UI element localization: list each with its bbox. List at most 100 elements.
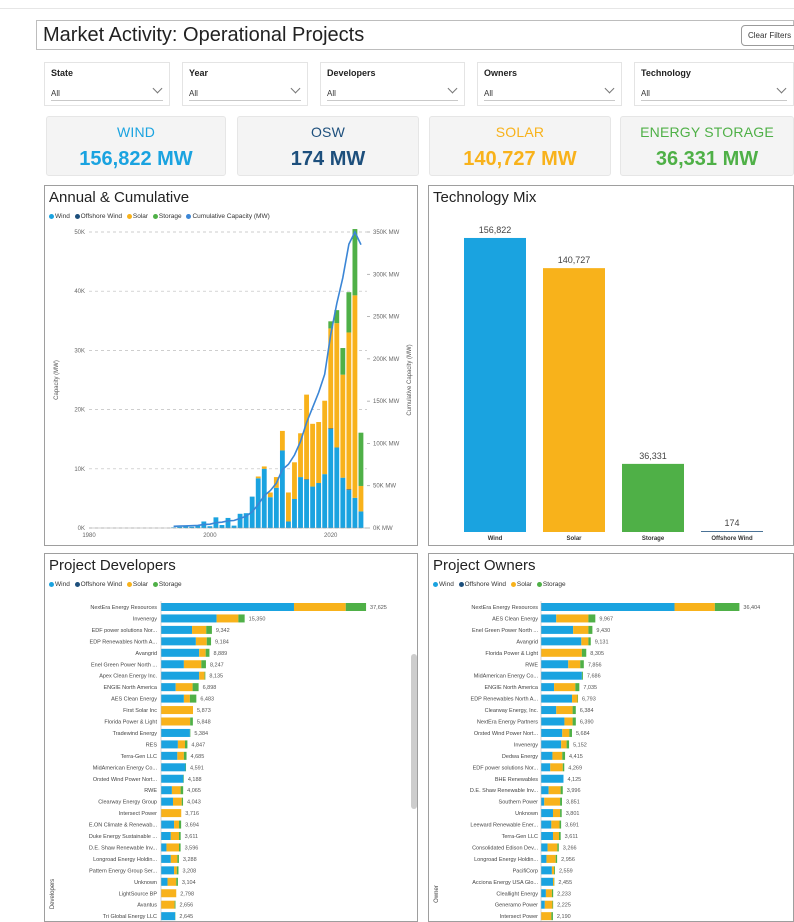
kpi-label: ENERGY STORAGE bbox=[640, 124, 774, 140]
kpi-label: OSW bbox=[310, 124, 346, 140]
bar-segment bbox=[561, 740, 567, 749]
filter-year: Year All bbox=[182, 62, 308, 106]
bar-segment bbox=[555, 854, 558, 863]
bar-segment bbox=[551, 866, 555, 875]
row-total-label: 3,611 bbox=[185, 834, 198, 840]
row-total-label: 6,898 bbox=[203, 685, 217, 691]
row-category-label: Apex Clean Energy Inc. bbox=[99, 674, 157, 680]
row-category-label: NextEra Energy Partners bbox=[477, 720, 538, 726]
mix-bar bbox=[701, 531, 763, 532]
filter-technology-select[interactable]: All bbox=[641, 83, 787, 101]
bar-segment bbox=[547, 843, 558, 852]
mix-bar bbox=[543, 268, 605, 532]
filter-technology: Technology All bbox=[634, 62, 794, 106]
bar-segment bbox=[170, 854, 178, 863]
filter-year-select[interactable]: All bbox=[189, 83, 301, 101]
bar-segment bbox=[569, 728, 572, 737]
bar-segment bbox=[541, 832, 553, 840]
bar-segment bbox=[172, 797, 182, 806]
bar-segment bbox=[298, 477, 303, 528]
bar-segment bbox=[552, 877, 555, 886]
bar-segment bbox=[358, 485, 364, 512]
bar-segment bbox=[541, 854, 547, 863]
bar-segment bbox=[316, 483, 322, 528]
bar-segment bbox=[541, 660, 569, 669]
y2-axis-label: Cumulative Capacity (MW) bbox=[407, 344, 413, 415]
mix-data-label: 36,331 bbox=[639, 451, 667, 461]
bar-segment bbox=[548, 786, 561, 795]
kpi-value: 174 MW bbox=[290, 148, 366, 170]
bar-segment bbox=[562, 751, 566, 760]
bar-segment bbox=[564, 717, 573, 726]
bar-segment bbox=[541, 614, 557, 623]
bar-segment bbox=[588, 625, 593, 634]
bar-segment bbox=[541, 774, 564, 783]
row-category-label: PacifiCorp bbox=[513, 868, 538, 874]
bar-segment bbox=[178, 843, 181, 852]
row-category-label: EDF power solutions Nor... bbox=[92, 628, 158, 634]
bar-segment bbox=[588, 614, 596, 623]
row-category-label: Enel Green Power North ... bbox=[472, 628, 539, 634]
bar-segment bbox=[183, 660, 202, 669]
chevron-down-icon bbox=[776, 83, 787, 94]
bar-segment bbox=[541, 820, 552, 829]
bar-segment bbox=[292, 462, 297, 499]
bar-segment bbox=[541, 683, 555, 692]
bar-segment bbox=[204, 671, 206, 680]
row-total-label: 3,596 bbox=[185, 845, 199, 851]
clear-filters-button[interactable]: Clear Filters bbox=[741, 25, 794, 46]
bar-segment bbox=[201, 660, 206, 669]
developers-scrollbar[interactable] bbox=[411, 654, 417, 809]
bar-segment bbox=[192, 683, 199, 692]
y-tick-label: 40K bbox=[74, 289, 85, 295]
bar-segment bbox=[581, 637, 589, 646]
bar-segment bbox=[161, 854, 171, 863]
bar-segment bbox=[562, 728, 570, 737]
bar-segment bbox=[174, 820, 179, 829]
bar-segment bbox=[199, 671, 205, 680]
row-category-label: Invenergy bbox=[133, 616, 157, 622]
bar-segment bbox=[161, 751, 178, 760]
row-category-label: Cleallight Energy bbox=[496, 891, 538, 897]
row-category-label: RWE bbox=[144, 788, 157, 794]
filter-developers-select[interactable]: All bbox=[327, 83, 458, 101]
row-category-label: AES Clean Energy bbox=[111, 697, 157, 703]
filter-value: All bbox=[327, 89, 336, 98]
bar-segment bbox=[181, 797, 184, 806]
bar-segment bbox=[346, 332, 352, 490]
y2-tick-label: 250K MW bbox=[373, 315, 400, 321]
bar-segment bbox=[161, 877, 168, 886]
bar-segment bbox=[161, 774, 184, 783]
row-total-label: 5,152 bbox=[573, 742, 587, 748]
bar-segment bbox=[286, 521, 291, 528]
kpi-card-osw: OSW 174 MW bbox=[237, 116, 419, 176]
bar-segment bbox=[195, 637, 207, 646]
bar-segment bbox=[178, 832, 181, 840]
bar-segment bbox=[554, 866, 555, 875]
row-total-label: 4,415 bbox=[569, 754, 583, 760]
bar-segment bbox=[346, 490, 352, 528]
y-axis-label: Developers bbox=[50, 879, 56, 909]
bar-segment bbox=[334, 447, 340, 528]
project-owners-panel: Project Owners Wind Offshore Wind Solar … bbox=[428, 553, 794, 922]
mix-category-label: Solar bbox=[566, 536, 582, 542]
bar-segment bbox=[572, 717, 576, 726]
mix-category-label: Storage bbox=[642, 536, 665, 542]
bar-segment bbox=[552, 809, 561, 818]
bar-segment bbox=[161, 832, 171, 840]
bar-segment bbox=[161, 912, 176, 921]
filter-owners-select[interactable]: All bbox=[484, 83, 615, 101]
row-category-label: Longroad Energy Holdin... bbox=[93, 857, 157, 863]
bar-segment bbox=[304, 479, 309, 528]
row-category-label: Consolidated Edison Dev... bbox=[472, 845, 538, 851]
filter-state-select[interactable]: All bbox=[51, 83, 163, 101]
row-category-label: NextEra Energy Resources bbox=[90, 605, 157, 611]
bar-segment bbox=[177, 740, 185, 749]
bar-segment bbox=[334, 323, 340, 448]
row-total-label: 4,188 bbox=[188, 777, 202, 783]
row-category-label: Leeward Renewable Ener... bbox=[470, 823, 538, 829]
bar-segment bbox=[545, 889, 552, 898]
bar-segment bbox=[541, 877, 553, 886]
y-tick-label: 20K bbox=[74, 408, 85, 414]
bar-segment bbox=[562, 763, 565, 772]
